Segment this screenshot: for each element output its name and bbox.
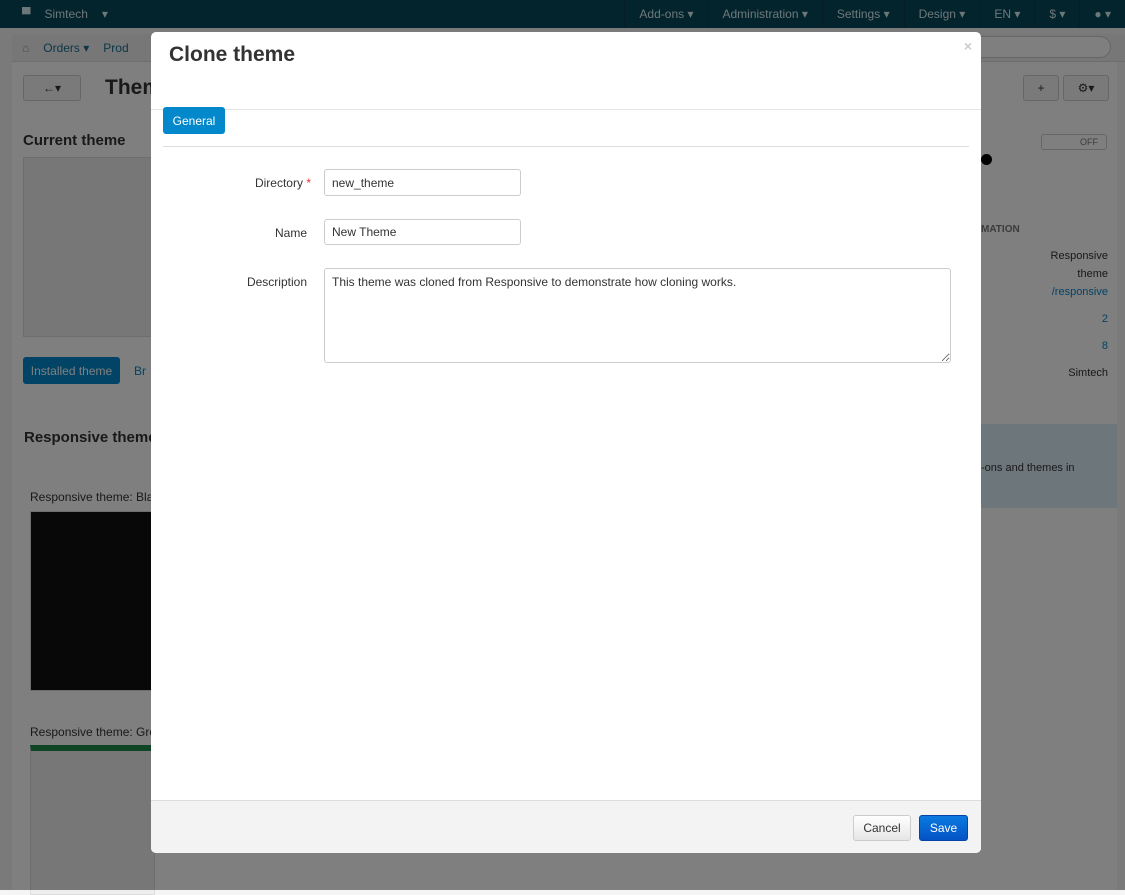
description-label: Description [246, 275, 307, 289]
cancel-button[interactable]: Cancel [853, 815, 911, 841]
close-icon[interactable]: × [964, 38, 972, 54]
directory-input[interactable]: new_theme [324, 169, 521, 196]
name-label: Name [274, 226, 307, 240]
clone-theme-dialog: Clone theme × General Directory * new_th… [151, 32, 981, 853]
tab-general[interactable]: General [163, 107, 225, 134]
directory-label: Directory * [254, 176, 311, 190]
name-input[interactable]: New Theme [324, 219, 521, 245]
dialog-title: Clone theme [169, 43, 296, 66]
divider [151, 109, 981, 110]
save-button[interactable]: Save [919, 815, 968, 841]
divider [163, 146, 969, 147]
dialog-footer: Cancel Save [151, 800, 981, 853]
description-textarea[interactable]: This theme was cloned from Responsive to… [324, 268, 951, 363]
